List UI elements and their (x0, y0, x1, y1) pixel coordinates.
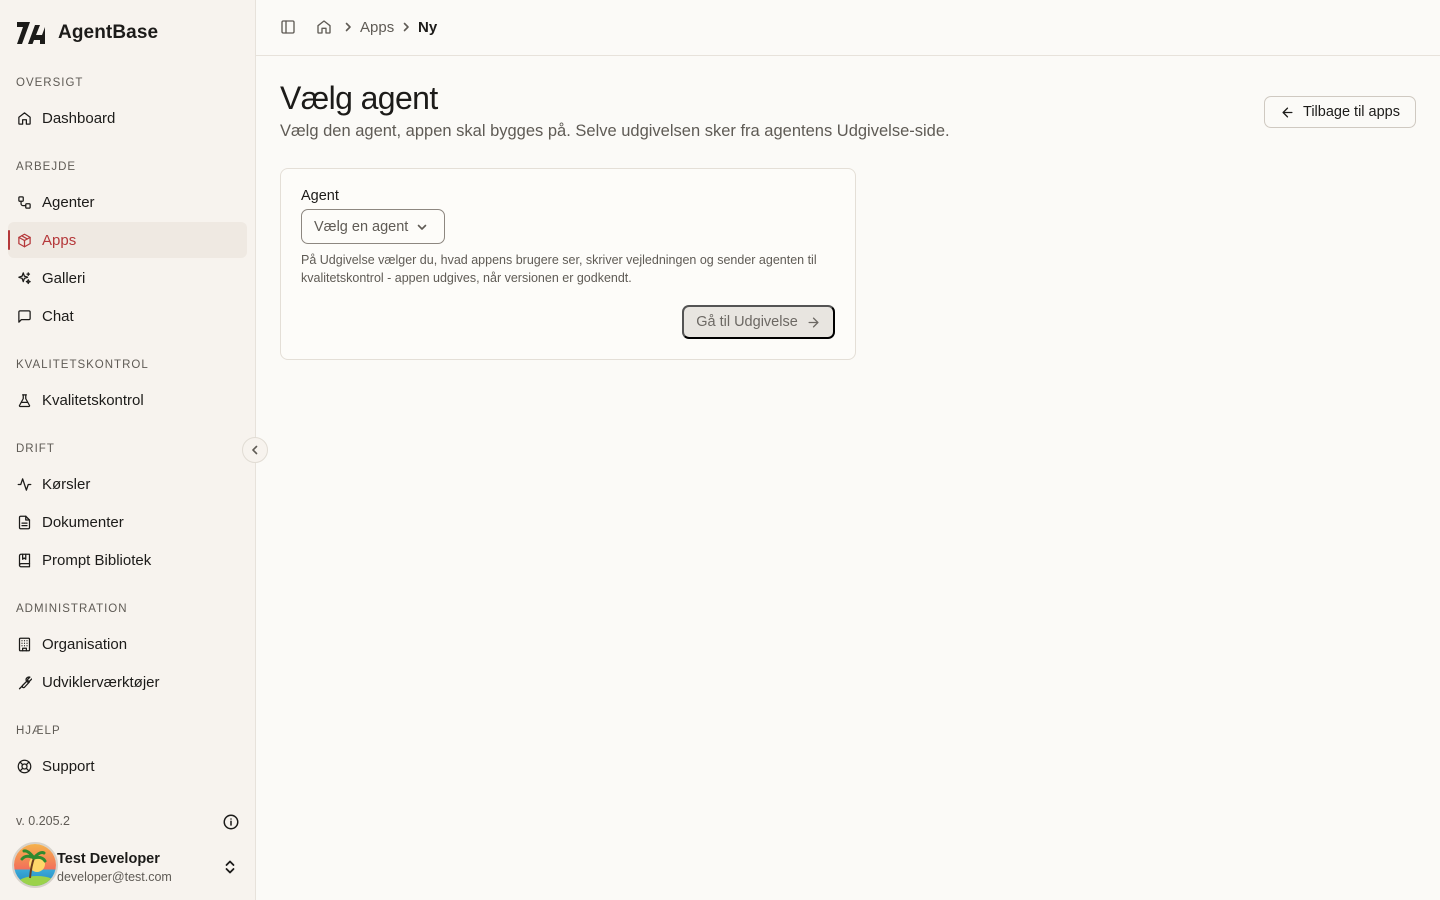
back-button-label: Tilbage til apps (1303, 104, 1400, 120)
sidebar-item-label: Organisation (42, 635, 128, 653)
version-label: v. 0.205.2 (16, 814, 70, 828)
collapse-sidebar-button[interactable] (242, 437, 268, 463)
sidebar-item-label: Chat (42, 307, 74, 325)
chevron-left-icon (252, 445, 258, 455)
agent-select-value: Vælg en agent (314, 218, 409, 235)
sidebar-item-kvalitetskontrol[interactable]: Kvalitetskontrol (8, 382, 247, 418)
agent-field-label: Agent (301, 188, 339, 204)
building-icon (16, 636, 32, 652)
life-buoy-icon (16, 758, 32, 774)
sidebar-item-label: Galleri (42, 269, 86, 287)
section-label-arbejde: ARBEJDE (16, 161, 77, 173)
package-icon (16, 232, 32, 248)
back-to-apps-button[interactable]: Tilbage til apps (1264, 96, 1416, 128)
home-icon (16, 110, 32, 126)
sidebar-item-dokumenter[interactable]: Dokumenter (8, 504, 247, 540)
sidebar-item-prompt-bibliotek[interactable]: Prompt Bibliotek (8, 542, 247, 578)
sidebar-item-label: Udviklerværktøjer (42, 673, 160, 691)
brand[interactable]: AgentBase (16, 19, 158, 47)
sidebar-item-galleri[interactable]: Galleri (8, 260, 247, 296)
sidebar: AgentBase OVERSIGT Dashboard ARBEJDE Age… (0, 0, 256, 900)
info-icon[interactable] (222, 813, 240, 831)
book-icon (16, 552, 32, 568)
arrow-right-icon (808, 317, 819, 327)
breadcrumb-apps[interactable]: Apps (360, 19, 394, 36)
sidebar-item-udviklervaerktojer[interactable]: Udviklerværktøjer (8, 664, 247, 700)
go-to-release-button[interactable]: Gå til Udgivelse (682, 305, 835, 339)
sparkles-icon (16, 270, 32, 286)
agent-select[interactable]: Vælg en agent (301, 209, 445, 244)
agentbase-logo-icon (17, 22, 45, 44)
sidebar-item-support[interactable]: Support (8, 748, 247, 784)
chevron-down-icon (418, 224, 427, 230)
section-label-hjaelp: HJÆLP (16, 725, 61, 737)
chevrons-up-down-icon (225, 860, 235, 874)
agent-helper-text: På Udgivelse vælger du, hvad appens brug… (301, 253, 817, 285)
panel-left-icon[interactable] (280, 19, 296, 35)
sidebar-item-chat[interactable]: Chat (8, 298, 247, 334)
section-label-oversigt: OVERSIGT (16, 77, 84, 89)
avatar (12, 842, 58, 888)
section-label-kvalitetskontrol: KVALITETSKONTROL (16, 359, 149, 371)
sidebar-item-label: Agenter (42, 193, 95, 211)
sidebar-item-organisation[interactable]: Organisation (8, 626, 247, 662)
section-label-drift: DRIFT (16, 443, 55, 455)
sidebar-item-label: Dokumenter (42, 513, 124, 531)
page-title: Vælg agent (280, 80, 438, 116)
message-square-icon (16, 308, 32, 324)
app-name: AgentBase (58, 22, 159, 43)
sidebar-item-apps[interactable]: Apps (8, 222, 247, 258)
file-text-icon (16, 514, 32, 530)
breadcrumb-home-icon[interactable] (316, 19, 332, 35)
flask-icon (16, 392, 32, 408)
sidebar-item-label: Dashboard (42, 109, 116, 127)
chevron-right-icon (403, 22, 409, 32)
sidebar-item-label: Kvalitetskontrol (42, 391, 144, 409)
sidebar-item-label: Support (42, 757, 95, 775)
sidebar-item-label: Kørsler (42, 475, 91, 493)
section-label-administration: ADMINISTRATION (16, 603, 128, 615)
topbar: Apps Ny (256, 0, 1440, 56)
user-email: developer@test.com (57, 870, 172, 884)
chevron-right-icon (345, 22, 351, 32)
sidebar-item-label: Prompt Bibliotek (42, 551, 152, 569)
go-button-label: Gå til Udgivelse (696, 314, 798, 330)
activity-icon (16, 476, 32, 492)
sidebar-item-dashboard[interactable]: Dashboard (8, 100, 247, 136)
user-name: Test Developer (57, 851, 160, 867)
sidebar-item-label: Apps (42, 231, 77, 249)
user-menu[interactable]: Test Developer developer@test.com (12, 842, 248, 890)
sidebar-item-agenter[interactable]: Agenter (8, 184, 247, 220)
sidebar-item-korsler[interactable]: Kørsler (8, 466, 247, 502)
breadcrumb-current: Ny (418, 19, 438, 36)
arrow-left-icon (1282, 107, 1293, 117)
agent-select-card: Agent Vælg en agent På Udgivelse vælger … (280, 168, 856, 360)
page-subtitle: Vælg den agent, appen skal bygges på. Se… (280, 122, 950, 140)
wrench-icon (16, 674, 32, 690)
workflow-icon (16, 194, 32, 210)
